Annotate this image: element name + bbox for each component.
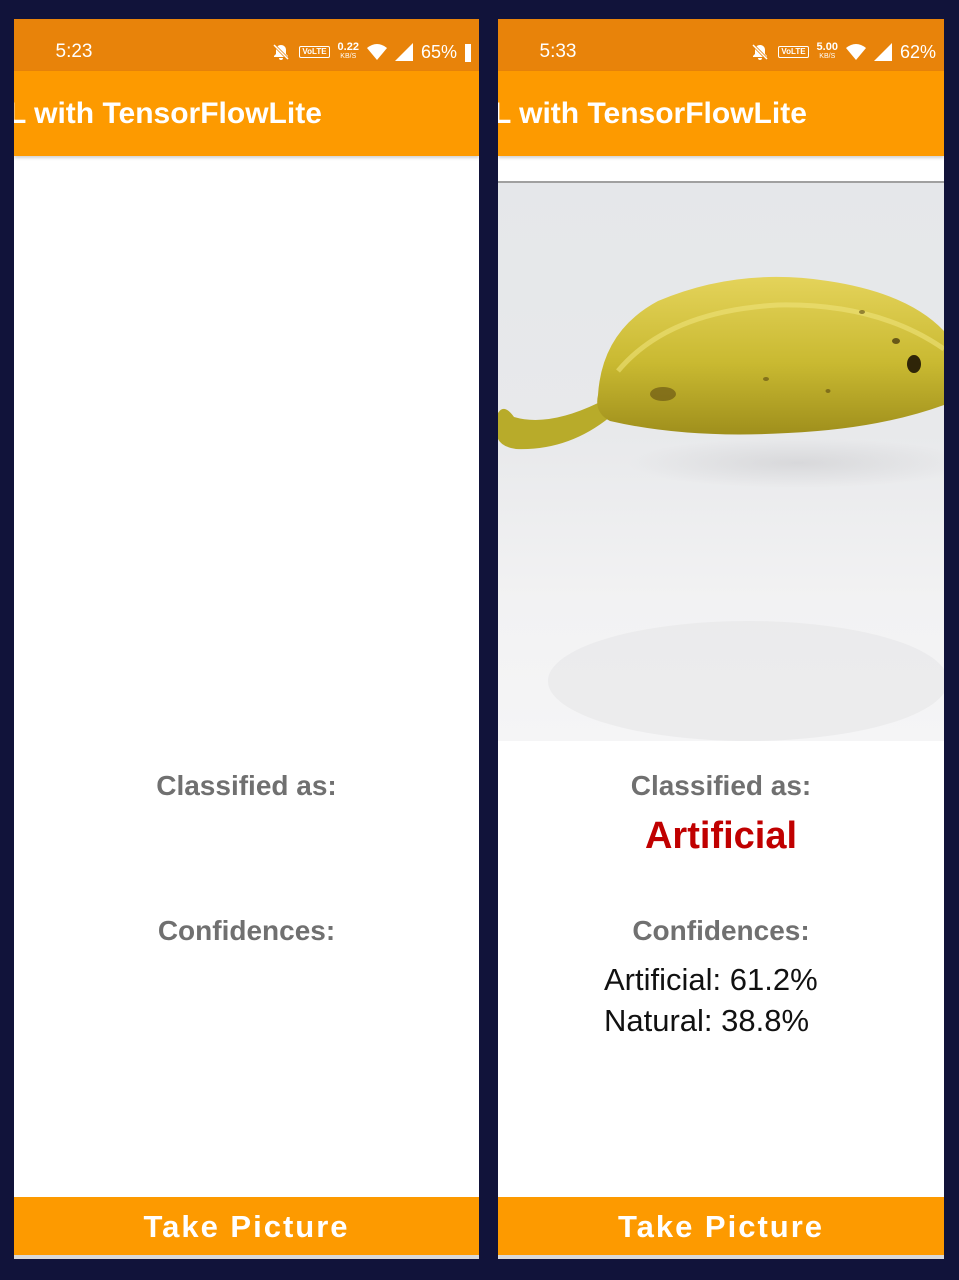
bell-muted-icon	[750, 42, 770, 62]
confidences-label: Confidences:	[157, 915, 336, 946]
network-speed-unit: KB/S	[819, 53, 836, 60]
bell-muted-icon	[271, 42, 291, 62]
captured-photo	[498, 181, 944, 741]
volte-icon: VoLTE	[778, 46, 809, 58]
app-bar: L with TensorFlowLite	[498, 71, 944, 156]
phone-screen-before: 5:23 VoLTE 0.22 KB/S 65% L with TensorFl…	[14, 19, 479, 1259]
classification-result: Artificial	[644, 815, 798, 857]
network-speed: 5.00 KB/S	[816, 41, 838, 61]
banana-image	[498, 276, 944, 741]
status-bar: 5:23 VoLTE 0.22 KB/S 65%	[14, 19, 479, 71]
battery-percent: 65%	[420, 41, 457, 62]
photo-top-edge	[498, 181, 944, 183]
app-title: L with TensorFlowLite	[498, 97, 807, 130]
network-speed: 0.22 KB/S	[337, 41, 359, 61]
status-bar: 5:33 VoLTE 5.00 KB/S 62%	[498, 19, 944, 71]
volte-icon: VoLTE	[299, 46, 330, 58]
status-time: 5:23	[55, 41, 93, 62]
signal-icon	[873, 43, 892, 61]
app-bar: L with TensorFlowLite	[14, 71, 479, 156]
network-speed-unit: KB/S	[340, 53, 357, 60]
app-title: L with TensorFlowLite	[14, 97, 322, 130]
phone-screen-after: 5:33 VoLTE 5.00 KB/S 62% L with TensorFl…	[498, 19, 944, 1259]
network-speed-value: 5.00	[816, 41, 838, 53]
confidences-list: Artificial: 61.2% Natural: 38.8%	[604, 959, 818, 1041]
bottom-divider	[14, 1255, 479, 1259]
battery-icon	[465, 42, 471, 62]
bottom-divider	[498, 1255, 944, 1259]
classified-as-label: Classified as:	[156, 770, 337, 801]
status-icons: VoLTE 0.22 KB/S 65%	[271, 39, 479, 65]
confidences-label: Confidences:	[632, 915, 810, 946]
wifi-icon	[366, 43, 387, 61]
confidence-artificial: Artificial: 61.2%	[604, 962, 818, 997]
classified-as-label: Classified as:	[630, 770, 812, 801]
take-picture-button[interactable]: Take Picture	[498, 1197, 944, 1255]
take-picture-button[interactable]: Take Picture	[14, 1197, 479, 1255]
status-icons: VoLTE 5.00 KB/S 62%	[750, 39, 944, 65]
status-time: 5:33	[539, 41, 577, 62]
battery-percent: 62%	[899, 41, 936, 62]
network-speed-value: 0.22	[337, 41, 359, 53]
signal-icon	[394, 43, 413, 61]
wifi-icon	[845, 43, 866, 61]
confidence-natural: Natural: 38.8%	[604, 1003, 810, 1038]
